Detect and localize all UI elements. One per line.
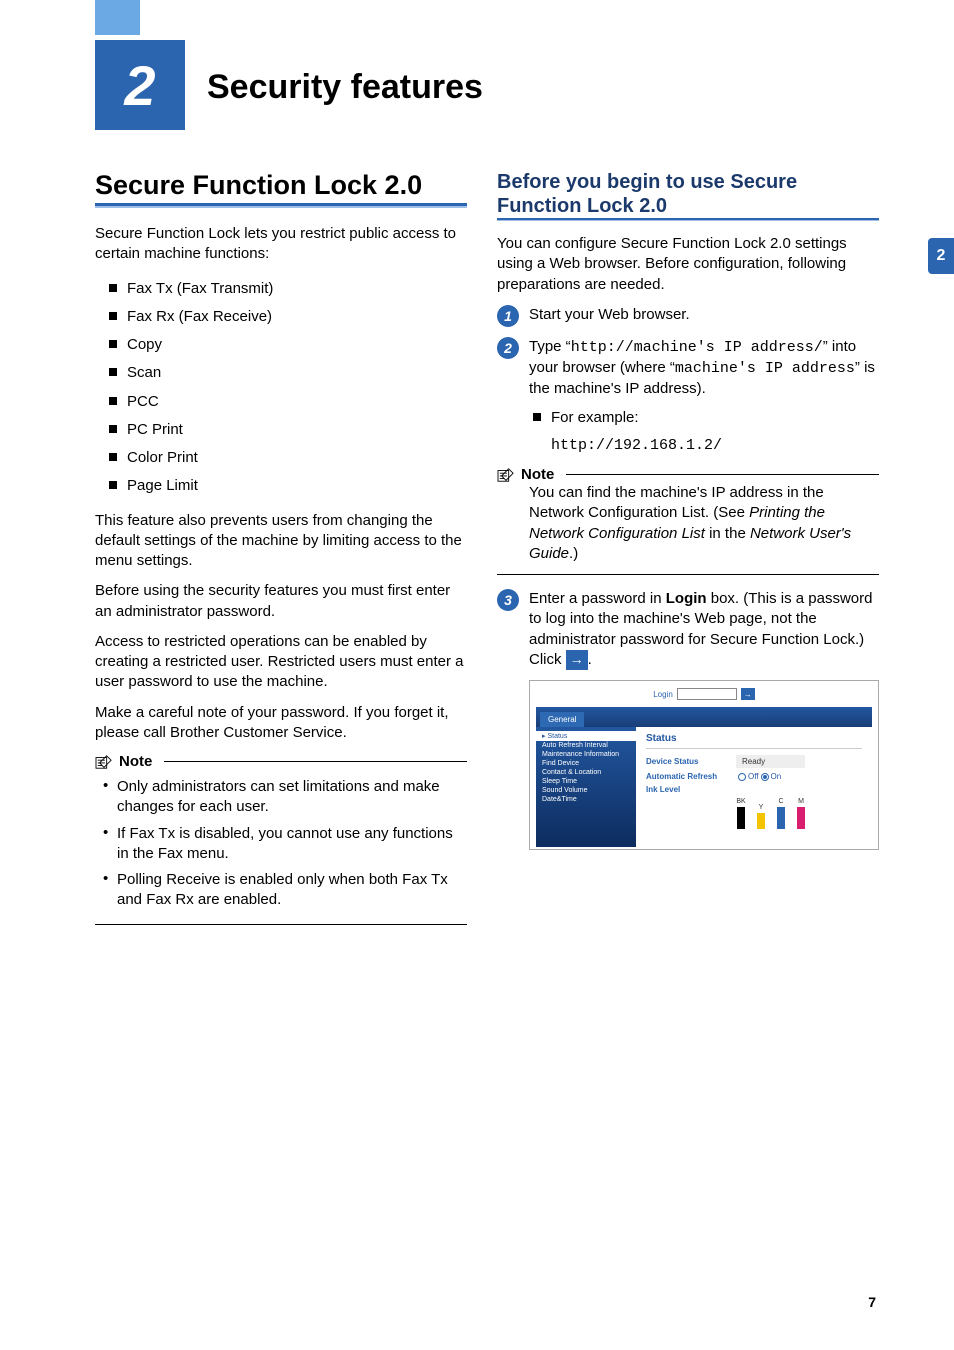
function-item: PC Print (109, 416, 467, 444)
login-go-button[interactable]: → (741, 688, 755, 700)
function-item: Page Limit (109, 472, 467, 500)
example-label: For example: (533, 406, 879, 430)
function-item: PCC (109, 388, 467, 416)
ink-bar-m (797, 807, 805, 829)
side-tab-chapter-indicator: 2 (928, 238, 954, 274)
note-end-rule (497, 574, 879, 575)
sidebar-item[interactable]: Maintenance Information (542, 750, 630, 759)
step-badge-1: 1 (497, 305, 519, 327)
sidebar-item[interactable]: Auto Refresh Interval (542, 741, 630, 750)
body-paragraph: This feature also prevents users from ch… (95, 511, 467, 572)
step-badge-3: 3 (497, 589, 519, 611)
login-label: Login (653, 690, 673, 699)
ink-bar-c (777, 807, 785, 829)
sidebar-item[interactable]: Date&Time (542, 795, 630, 804)
sidebar-item[interactable]: Sleep Time (542, 777, 630, 786)
arrow-go-button[interactable]: → (566, 650, 588, 670)
ink-label-bk: BK (736, 798, 745, 805)
device-status-value: Ready (736, 755, 805, 768)
ink-bar-bk (737, 807, 745, 829)
web-main-panel: Status Device Status Ready Automatic Ref… (636, 727, 872, 847)
note-item: Only administrators can set limitations … (103, 774, 467, 821)
page-number: 7 (868, 1294, 876, 1310)
login-bold: Login (666, 590, 707, 607)
radio-on-label: On (771, 772, 782, 781)
function-item: Copy (109, 331, 467, 359)
panel-title: Status (646, 733, 862, 749)
step-1: 1 Start your Web browser. (497, 305, 879, 327)
function-item: Scan (109, 359, 467, 387)
radio-off[interactable] (738, 773, 746, 781)
embedded-web-screenshot: Login → General ▸ Status Auto Refresh In… (529, 680, 879, 850)
code-url: http://machine's IP address/ (571, 339, 823, 356)
note-heading: Note (95, 753, 467, 770)
left-column: Secure Function Lock 2.0 Secure Function… (95, 170, 467, 925)
chapter-number-badge: 2 (95, 40, 185, 130)
ink-level-label: Ink Level (646, 785, 736, 794)
note-body: You can find the machine's IP address in… (529, 483, 879, 564)
step-badge-2: 2 (497, 337, 519, 359)
note-label: Note (521, 466, 554, 483)
sidebar-item[interactable]: Find Device (542, 759, 630, 768)
note-end-rule (95, 924, 467, 925)
sidebar-item[interactable]: Contact & Location (542, 768, 630, 777)
login-input[interactable] (677, 688, 737, 700)
body-paragraph: Make a careful note of your password. If… (95, 703, 467, 744)
auto-refresh-label: Automatic Refresh (646, 772, 736, 781)
sidebar-item-status[interactable]: ▸ Status (536, 731, 636, 741)
ink-label-c: C (778, 798, 783, 805)
note-label: Note (119, 753, 152, 770)
web-banner: General (536, 707, 872, 727)
sidebar-item[interactable]: Sound Volume (542, 786, 630, 795)
function-item: Fax Tx (Fax Transmit) (109, 275, 467, 303)
chapter-header: 2 Security features (95, 40, 879, 130)
function-item: Color Print (109, 444, 467, 472)
ink-label-m: M (798, 798, 804, 805)
step-3: 3 Enter a password in Login box. (This i… (497, 589, 879, 670)
step-text: Start your Web browser. (529, 305, 879, 325)
ink-bar-y (757, 813, 765, 829)
intro-paragraph: You can configure Secure Function Lock 2… (497, 234, 879, 295)
radio-off-label: Off (748, 772, 759, 781)
note-list: Only administrators can set limitations … (103, 774, 467, 914)
chapter-title: Security features (207, 68, 483, 107)
example-url: http://192.168.1.2/ (551, 436, 879, 456)
note-heading: Note (497, 466, 879, 483)
section-heading-secure-function-lock: Secure Function Lock 2.0 (95, 170, 467, 206)
right-column: Before you begin to use Secure Function … (497, 170, 879, 925)
note-icon (95, 754, 113, 770)
note-icon (497, 467, 515, 483)
note-item: If Fax Tx is disabled, you cannot use an… (103, 821, 467, 868)
step-text: Enter a password in Login box. (This is … (529, 589, 879, 670)
intro-paragraph: Secure Function Lock lets you restrict p… (95, 224, 467, 265)
step-text: Type “http://machine's IP address/” into… (529, 337, 879, 456)
radio-on[interactable] (761, 773, 769, 781)
device-status-label: Device Status (646, 757, 736, 766)
body-paragraph: Before using the security features you m… (95, 581, 467, 622)
step-2: 2 Type “http://machine's IP address/” in… (497, 337, 879, 456)
subsection-heading-before-you-begin: Before you begin to use Secure Function … (497, 170, 879, 220)
function-list: Fax Tx (Fax Transmit) Fax Rx (Fax Receiv… (109, 275, 467, 501)
accent-strip (95, 0, 140, 35)
function-item: Fax Rx (Fax Receive) (109, 303, 467, 331)
body-paragraph: Access to restricted operations can be e… (95, 632, 467, 693)
login-bar: Login → (530, 681, 878, 707)
ink-label-y: Y (759, 804, 764, 811)
note-item: Polling Receive is enabled only when bot… (103, 867, 467, 914)
web-sidebar: ▸ Status Auto Refresh Interval Maintenan… (536, 727, 636, 847)
ink-level-chart: BK Y C M (736, 798, 862, 829)
code-placeholder: machine's IP address (675, 360, 855, 377)
tab-general[interactable]: General (540, 712, 584, 727)
